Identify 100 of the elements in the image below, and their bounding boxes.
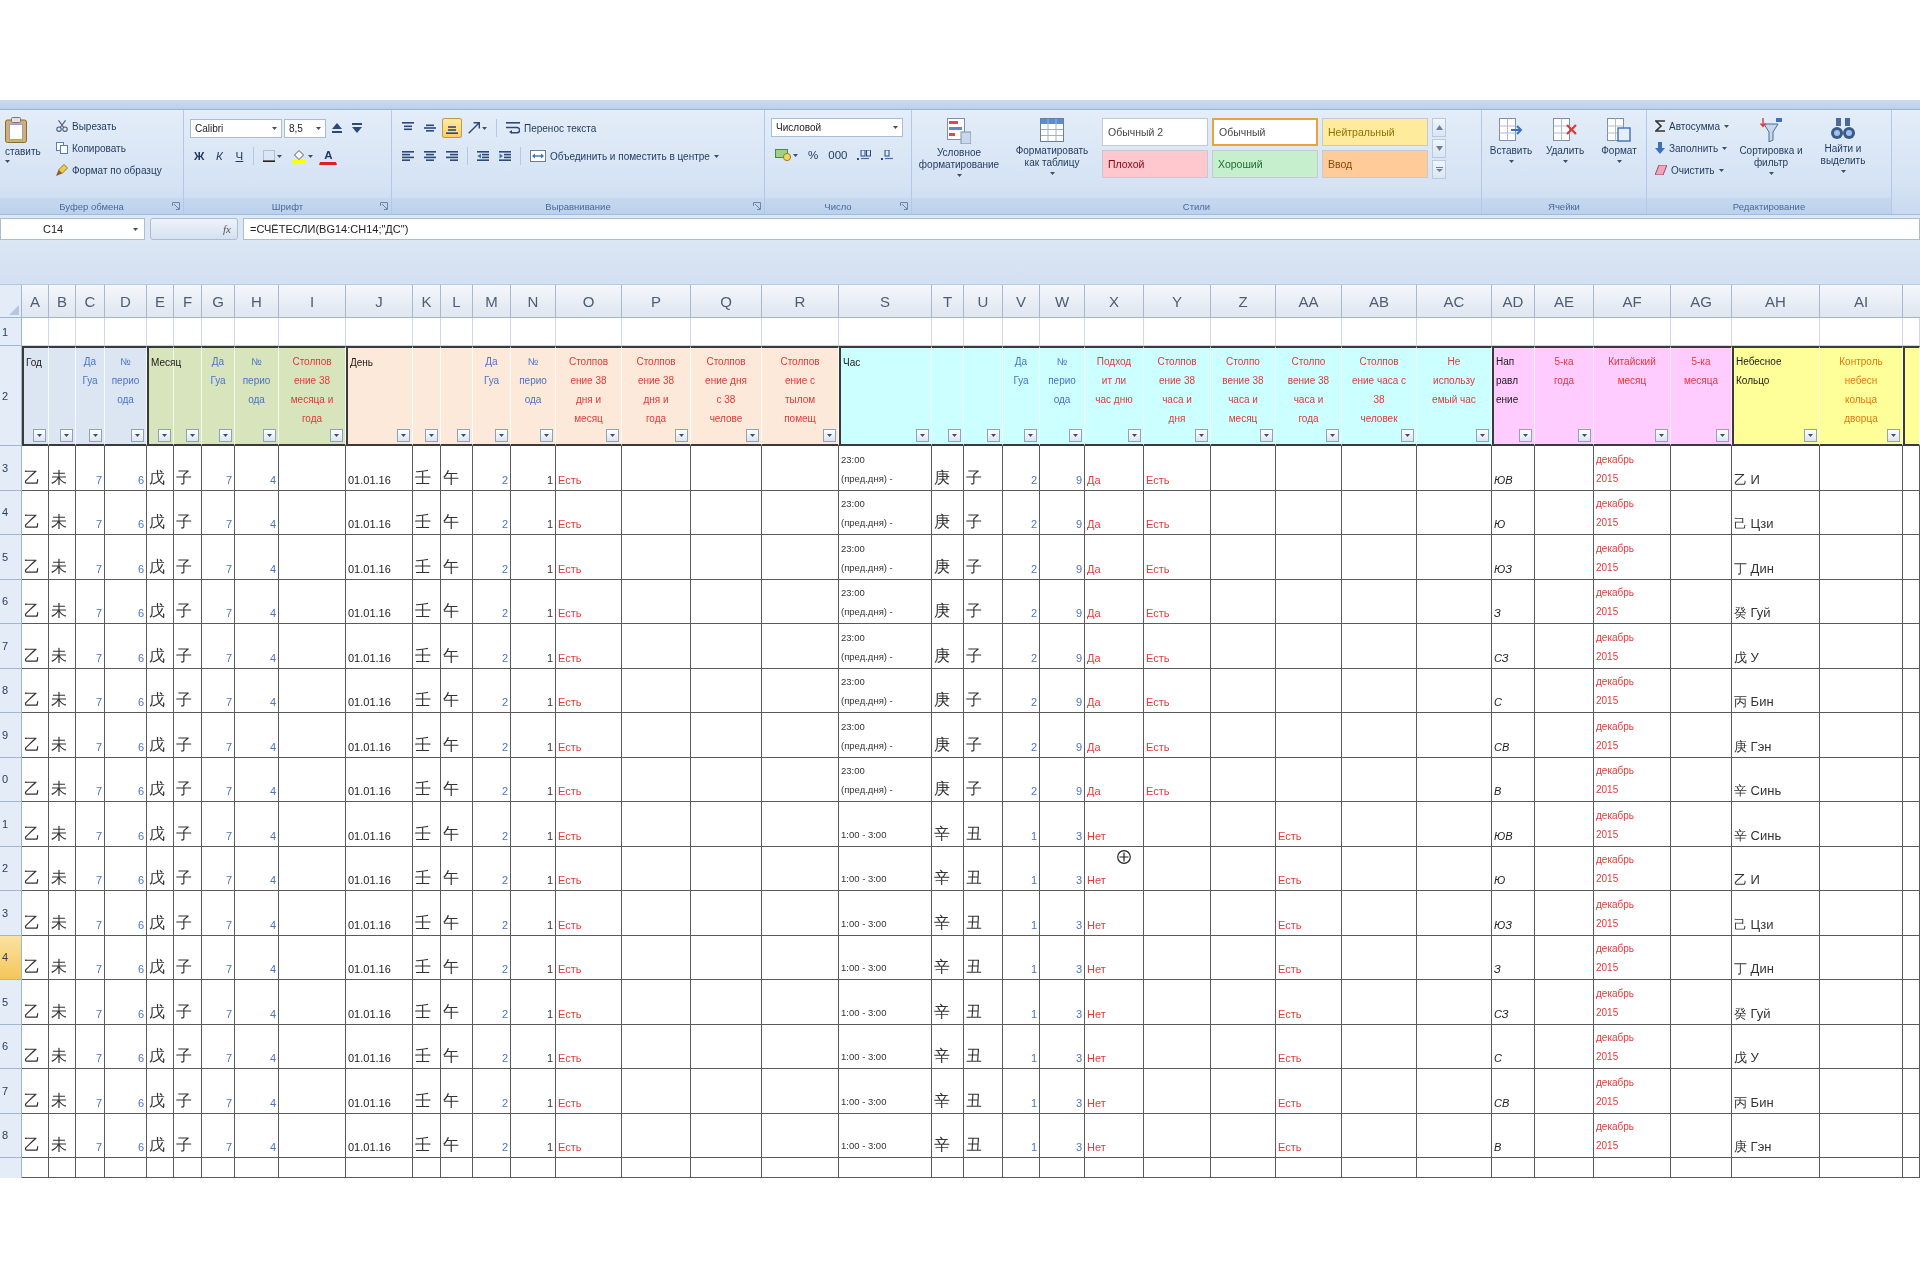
vertical-align-button[interactable] xyxy=(442,118,462,138)
format-painter-button[interactable]: Формат по образцу xyxy=(52,160,166,180)
copy-button[interactable]: Копировать xyxy=(52,138,166,158)
filter-button[interactable] xyxy=(33,429,46,442)
filter-button[interactable] xyxy=(1128,429,1141,442)
column-letter[interactable]: AD xyxy=(1492,285,1535,318)
filter-button[interactable] xyxy=(158,429,171,442)
column-letter[interactable]: T xyxy=(932,285,964,318)
column-letter[interactable]: H xyxy=(235,285,279,318)
column-letter[interactable]: N xyxy=(511,285,556,318)
thousands-button[interactable]: 000 xyxy=(824,145,852,165)
gallery-more-button[interactable] xyxy=(1432,160,1446,179)
column-letter[interactable]: Q xyxy=(691,285,762,318)
filter-button[interactable] xyxy=(1195,429,1208,442)
row-number[interactable]: 4 xyxy=(0,490,22,535)
column-letter[interactable]: M xyxy=(473,285,511,318)
bold-button[interactable]: Ж xyxy=(190,146,209,166)
filter-button[interactable] xyxy=(823,429,836,442)
italic-button[interactable]: К xyxy=(210,146,229,166)
number-format-field[interactable]: Числовой xyxy=(771,118,903,137)
row-number[interactable]: 1 xyxy=(0,318,22,346)
dialog-launcher-button[interactable] xyxy=(900,202,908,210)
column-letter[interactable]: Z xyxy=(1211,285,1276,318)
filter-button[interactable] xyxy=(1716,429,1729,442)
column-letter[interactable]: V xyxy=(1003,285,1040,318)
column-letter[interactable]: X xyxy=(1085,285,1144,318)
dialog-launcher-button[interactable] xyxy=(753,202,761,210)
filter-button[interactable] xyxy=(457,429,470,442)
cell-style-option[interactable]: Обычный xyxy=(1212,118,1318,146)
delete-button[interactable]: Удалить xyxy=(1540,114,1590,198)
wrap-text-button[interactable]: Перенос текста xyxy=(502,118,601,138)
sort-filter-button[interactable]: Сортировка и фильтр xyxy=(1737,114,1805,198)
row-number[interactable]: 6 xyxy=(0,579,22,624)
column-letter[interactable]: A xyxy=(22,285,49,318)
column-letter[interactable]: AA xyxy=(1276,285,1342,318)
filter-button[interactable] xyxy=(1069,429,1082,442)
filter-button[interactable] xyxy=(89,429,102,442)
column-letter[interactable]: AH xyxy=(1732,285,1820,318)
clear-button[interactable]: Очистить xyxy=(1651,160,1733,180)
find-select-button[interactable]: Найти и выделить xyxy=(1809,114,1877,198)
autosum-button[interactable]: Автосумма xyxy=(1651,116,1733,136)
cell-style-option[interactable]: Обычный 2 xyxy=(1102,118,1208,146)
name-box[interactable]: C14 xyxy=(0,218,145,240)
filter-button[interactable] xyxy=(540,429,553,442)
format-as-table-button[interactable]: Форматировать как таблицу xyxy=(1006,114,1098,198)
row-number[interactable]: 5 xyxy=(0,535,22,580)
function-button[interactable]: fx xyxy=(221,223,233,235)
column-letter[interactable]: W xyxy=(1040,285,1085,318)
column-letter[interactable]: E xyxy=(147,285,174,318)
filter-button[interactable] xyxy=(219,429,232,442)
row-number[interactable]: 2 xyxy=(0,846,22,891)
column-letter[interactable]: G xyxy=(202,285,235,318)
column-letter[interactable]: AC xyxy=(1417,285,1492,318)
filter-button[interactable] xyxy=(1655,429,1668,442)
paste-button[interactable]: ставить xyxy=(4,114,48,198)
column-letter[interactable]: R xyxy=(762,285,839,318)
filter-button[interactable] xyxy=(1326,429,1339,442)
column-letter[interactable]: O xyxy=(556,285,622,318)
column-letter[interactable]: AG xyxy=(1671,285,1732,318)
column-letter[interactable]: AE xyxy=(1535,285,1594,318)
filter-button[interactable] xyxy=(948,429,961,442)
format-button[interactable]: Формат xyxy=(1594,114,1644,198)
column-letter[interactable]: K xyxy=(413,285,441,318)
column-letter[interactable]: F xyxy=(174,285,202,318)
row-number[interactable]: 2 xyxy=(0,346,22,446)
filter-button[interactable] xyxy=(1887,429,1900,442)
filter-button[interactable] xyxy=(1578,429,1591,442)
filter-button[interactable] xyxy=(1476,429,1489,442)
row-number[interactable]: 9 xyxy=(0,713,22,758)
cell-style-option[interactable]: Ввод xyxy=(1322,150,1428,178)
column-letter[interactable]: AI xyxy=(1820,285,1903,318)
filter-button[interactable] xyxy=(1804,429,1817,442)
filter-button[interactable] xyxy=(606,429,619,442)
column-letter[interactable]: C xyxy=(76,285,105,318)
column-letter[interactable]: P xyxy=(622,285,691,318)
row-number[interactable]: 8 xyxy=(0,1113,22,1158)
filter-button[interactable] xyxy=(495,429,508,442)
row-number[interactable]: 3 xyxy=(0,446,22,491)
row-number[interactable]: 1 xyxy=(0,802,22,847)
row-number[interactable]: 7 xyxy=(0,624,22,669)
filter-button[interactable] xyxy=(987,429,1000,442)
column-letter[interactable]: AF xyxy=(1594,285,1671,318)
cell-style-option[interactable]: Плохой xyxy=(1102,150,1208,178)
percent-button[interactable]: % xyxy=(804,145,823,165)
filter-button[interactable] xyxy=(675,429,688,442)
column-letter[interactable]: U xyxy=(964,285,1003,318)
formula-field[interactable]: =СЧЁТЕСЛИ(BG14:CH14;"ДС") xyxy=(243,218,1920,240)
cell-style-option[interactable]: Хороший xyxy=(1212,150,1318,178)
filter-button[interactable] xyxy=(916,429,929,442)
filter-button[interactable] xyxy=(397,429,410,442)
gallery-up-button[interactable] xyxy=(1432,118,1446,137)
filter-button[interactable] xyxy=(746,429,759,442)
filter-button[interactable] xyxy=(425,429,438,442)
merge-center-button[interactable]: Объединить и поместить в центре xyxy=(526,146,723,166)
font-name-field[interactable]: Calibri xyxy=(190,118,282,138)
gallery-down-button[interactable] xyxy=(1432,139,1446,158)
fill-button[interactable]: Заполнить xyxy=(1651,138,1733,158)
insert-button[interactable]: Вставить xyxy=(1486,114,1536,198)
row-number[interactable]: 7 xyxy=(0,1069,22,1114)
filter-button[interactable] xyxy=(1401,429,1414,442)
